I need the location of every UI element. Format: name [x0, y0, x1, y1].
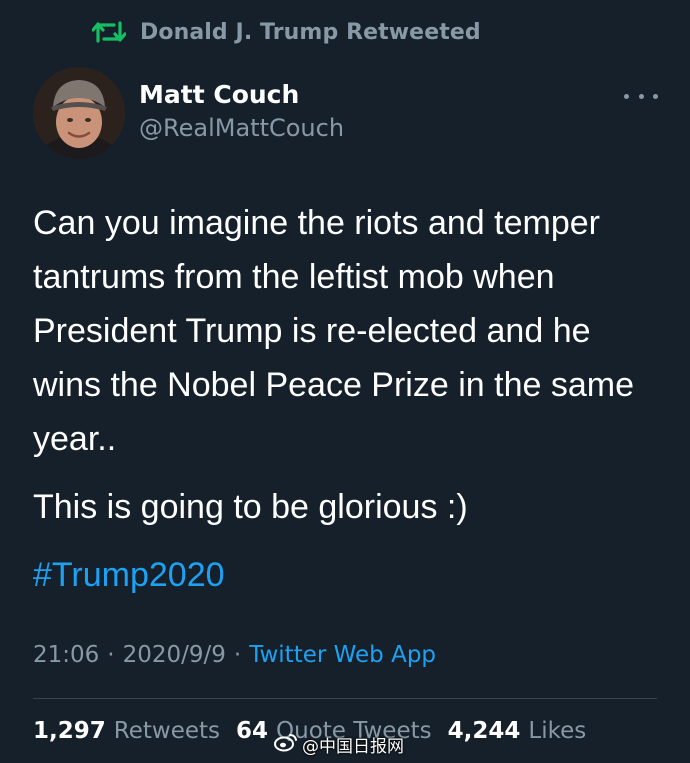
tweet-source-link[interactable]: Twitter Web App [249, 642, 436, 668]
avatar[interactable] [33, 67, 125, 159]
likes-stat[interactable]: 4,244 Likes [448, 718, 587, 744]
retweet-icon [91, 17, 127, 47]
quote-tweets-stat[interactable]: 64 Quote Tweets [236, 718, 432, 744]
tweet-paragraph: This is going to be glorious :) [33, 488, 468, 526]
retweets-stat[interactable]: 1,297 Retweets [33, 718, 220, 744]
tweet-paragraph: Can you imagine the riots and temper tan… [33, 204, 634, 458]
tweet-date[interactable]: 2020/9/9 [123, 642, 226, 668]
more-horizontal-icon [624, 93, 629, 99]
retweet-context-text: Donald J. Trump Retweeted [140, 19, 481, 45]
meta-separator: · [233, 642, 242, 668]
more-options-button[interactable] [624, 84, 658, 108]
likes-count: 4,244 [447, 718, 521, 744]
quote-tweets-count: 64 [236, 718, 269, 744]
likes-label: Likes [528, 718, 587, 744]
quote-tweets-label: Quote Tweets [276, 718, 432, 744]
tweet-time[interactable]: 21:06 [33, 642, 99, 668]
more-horizontal-icon [638, 93, 644, 99]
author-name[interactable]: Matt Couch [139, 80, 299, 109]
more-horizontal-icon [653, 93, 658, 99]
tweet-meta: 21:06 · 2020/9/9 · Twitter Web App [33, 642, 436, 668]
divider [33, 698, 657, 699]
meta-separator: · [107, 642, 115, 668]
retweets-label: Retweets [113, 718, 220, 744]
engagement-stats: 1,297 Retweets 64 Quote Tweets 4,244 Lik… [33, 718, 602, 744]
hashtag-link[interactable]: #Trump2020 [33, 548, 658, 602]
author-handle[interactable]: @RealMattCouch [139, 114, 344, 142]
retweets-count: 1,297 [33, 718, 106, 744]
tweet-text: Can you imagine the riots and temper tan… [33, 196, 658, 602]
retweet-context[interactable]: Donald J. Trump Retweeted [91, 16, 481, 48]
